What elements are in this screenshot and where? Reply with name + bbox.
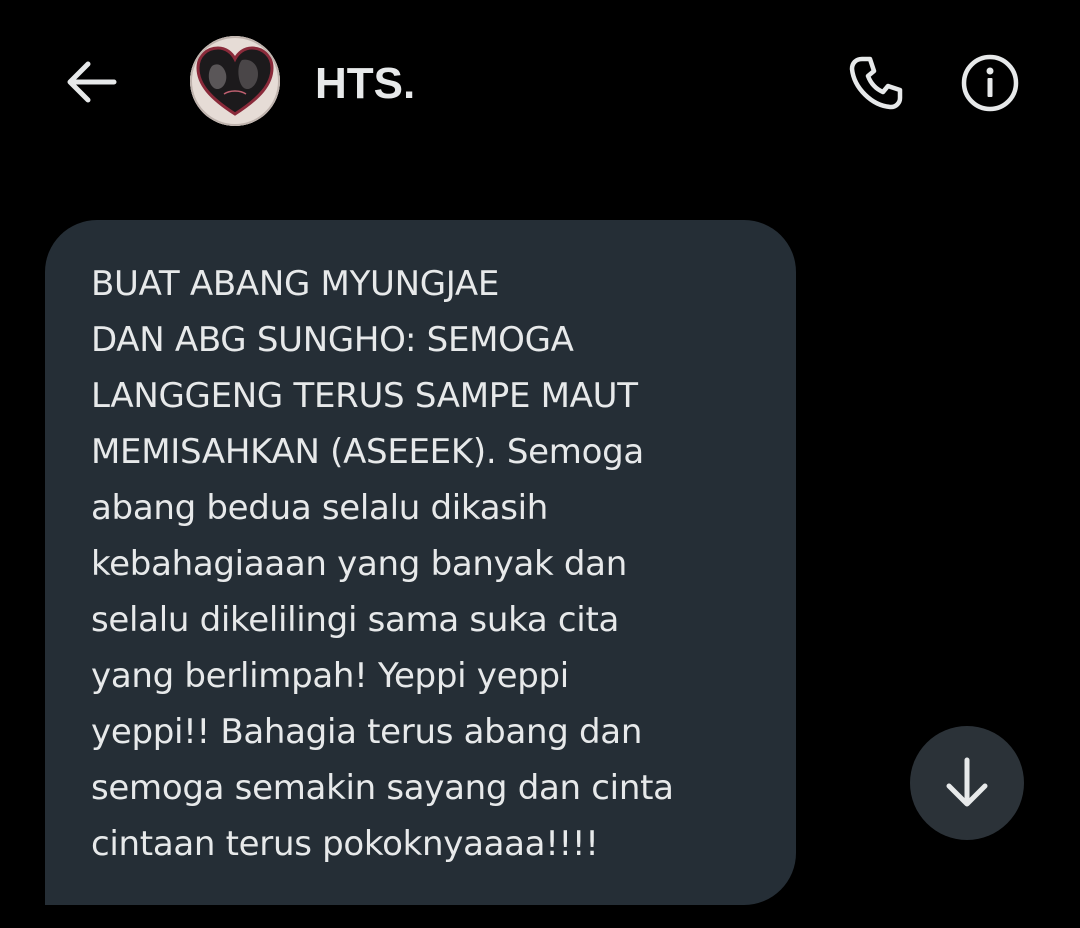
back-button[interactable]: [56, 52, 126, 112]
conversation-header: HTS.: [0, 0, 1080, 170]
call-button[interactable]: [840, 48, 912, 118]
conversation-title[interactable]: HTS.: [315, 58, 415, 110]
info-button[interactable]: [954, 48, 1026, 118]
info-circle-icon: [961, 54, 1019, 112]
scroll-to-bottom-button[interactable]: [910, 726, 1024, 840]
avatar[interactable]: [190, 36, 280, 126]
arrow-left-icon: [67, 61, 117, 103]
phone-icon: [849, 56, 903, 110]
message-bubble[interactable]: BUAT ABANG MYUNGJAE DAN ABG SUNGHO: SEMO…: [45, 220, 796, 905]
heart-photo-avatar: [190, 36, 280, 126]
message-text: BUAT ABANG MYUNGJAE DAN ABG SUNGHO: SEMO…: [91, 264, 674, 864]
arrow-down-icon: [946, 757, 988, 807]
